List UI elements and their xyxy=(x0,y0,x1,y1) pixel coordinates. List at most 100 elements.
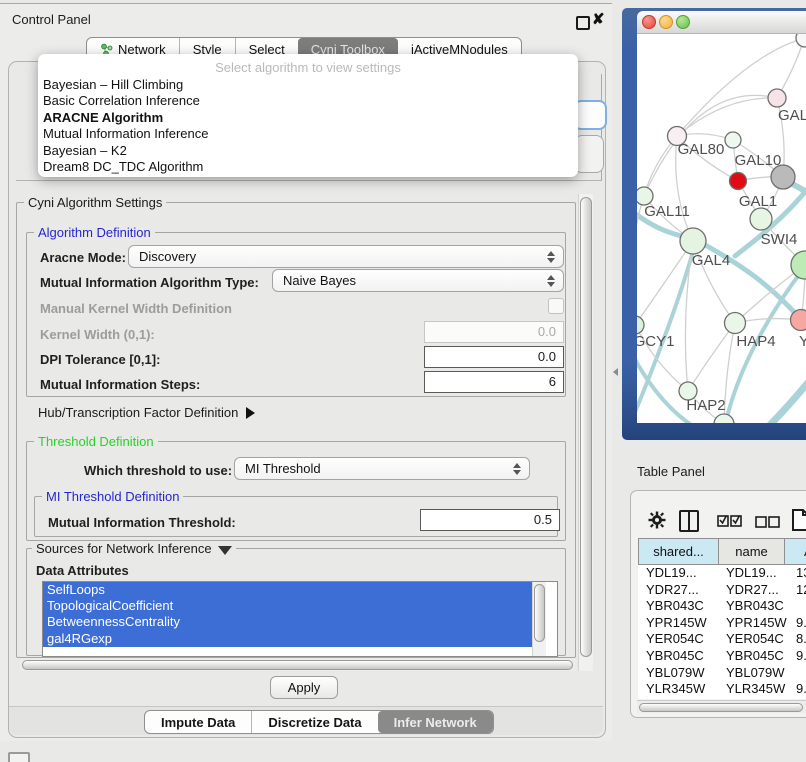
network-node-gal1[interactable] xyxy=(750,208,772,230)
hub-definition-toggle[interactable]: Hub/Transcription Factor Definition xyxy=(38,405,255,420)
close-icon[interactable]: ✘ xyxy=(592,10,605,28)
float-window-icon[interactable] xyxy=(576,16,590,30)
which-threshold-value: MI Threshold xyxy=(235,461,510,476)
network-node-gcy1[interactable] xyxy=(637,316,644,334)
select-all-icon[interactable] xyxy=(717,514,743,527)
node-label: GCY1 xyxy=(637,333,674,350)
table-row[interactable]: YER054C YER054C 8. xyxy=(638,631,806,648)
close-traffic-light[interactable] xyxy=(642,15,656,29)
network-node[interactable] xyxy=(725,132,741,148)
list-item[interactable]: BetweennessCentrality xyxy=(43,614,536,630)
list-item[interactable]: gal4RGexp xyxy=(43,631,536,647)
table-row[interactable]: YLR345W YLR345W 9. xyxy=(638,681,806,698)
popup-item[interactable]: Mutual Information Inference xyxy=(38,126,578,142)
table-row[interactable]: YBR043C YBR043C xyxy=(638,598,806,615)
aracne-mode-combo[interactable]: Discovery xyxy=(128,245,564,268)
deselect-all-icon[interactable] xyxy=(755,516,781,528)
tab-impute-data[interactable]: Impute Data xyxy=(145,711,251,733)
network-node[interactable] xyxy=(714,414,734,423)
list-vertical-scrollbar[interactable] xyxy=(532,582,546,656)
column-header-name[interactable]: name xyxy=(718,538,785,565)
table-row[interactable]: YDR27... YDR27... 12 xyxy=(638,582,806,599)
table-panel-title: Table Panel xyxy=(637,464,705,479)
application-window: Control Panel ✘ Network Style Select xyxy=(0,0,806,762)
mi-threshold-group-title: MI Threshold Definition xyxy=(42,490,183,503)
table-row[interactable]: YPR145W YPR145W 9. xyxy=(638,615,806,632)
table-row[interactable]: YBR045C YBR045C 9. xyxy=(638,648,806,665)
kernel-width-field[interactable]: 0.0 xyxy=(424,321,564,343)
mi-type-combo[interactable]: Naive Bayes xyxy=(272,269,564,292)
network-edge[interactable] xyxy=(765,374,806,423)
mi-threshold-field[interactable]: 0.5 xyxy=(420,509,560,531)
popup-item[interactable]: Dream8 DC_TDC Algorithm xyxy=(38,159,578,175)
sources-toggle[interactable]: Sources for Network Inference xyxy=(32,542,236,555)
minimize-traffic-light[interactable] xyxy=(659,15,673,29)
network-node[interactable] xyxy=(796,34,806,47)
which-threshold-combo[interactable]: MI Threshold xyxy=(234,457,530,480)
node-label: Y xyxy=(799,333,806,350)
network-node[interactable] xyxy=(768,89,786,107)
control-panel-title: Control Panel xyxy=(12,12,91,27)
popup-prompt: Select algorithm to view settings xyxy=(38,59,578,77)
network-node-gal4[interactable] xyxy=(680,228,706,254)
node-label: SWI4 xyxy=(761,231,798,248)
dpi-tolerance-field[interactable]: 0.0 xyxy=(424,346,564,368)
table-panel: shared... name A YDL19... YDL19... 13 YD… xyxy=(630,490,806,718)
splitter-collapse-icon[interactable] xyxy=(613,368,618,376)
table-body: YDL19... YDL19... 13 YDR27... YDR27... 1… xyxy=(638,565,806,699)
split-columns-icon[interactable] xyxy=(679,510,699,532)
network-edge[interactable] xyxy=(637,209,806,329)
aracne-mode-label: Aracne Mode: xyxy=(40,250,126,265)
gear-icon[interactable] xyxy=(648,511,666,529)
network-canvas[interactable]: GAL GAL80 GAL10 GAL1 GAL11 GAL4 SWI4 GCY… xyxy=(637,34,806,423)
column-header-shared-name[interactable]: shared... xyxy=(638,538,719,565)
network-node[interactable] xyxy=(791,310,806,331)
node-label: GAL80 xyxy=(678,141,725,158)
mi-steps-field[interactable]: 6 xyxy=(424,371,564,393)
settings-horizontal-scrollbar[interactable] xyxy=(20,658,576,671)
data-attributes-label: Data Attributes xyxy=(36,563,129,578)
tab-infer-network[interactable]: Infer Network xyxy=(378,711,493,733)
tab-discretize-data[interactable]: Discretize Data xyxy=(251,711,377,733)
node-label: GAL10 xyxy=(735,152,782,169)
zoom-traffic-light[interactable] xyxy=(676,15,690,29)
network-node-hap4[interactable] xyxy=(725,313,746,334)
network-graph: GAL GAL80 GAL10 GAL1 GAL11 GAL4 SWI4 GCY… xyxy=(637,34,806,423)
network-edge[interactable] xyxy=(688,323,735,391)
list-item[interactable]: SelfLoops xyxy=(43,582,536,598)
popup-item[interactable]: Bayesian – Hill Climbing xyxy=(38,77,578,93)
manual-kernel-label: Manual Kernel Width Definition xyxy=(40,301,232,316)
settings-vertical-scrollbar[interactable] xyxy=(578,194,593,671)
table-horizontal-scrollbar[interactable] xyxy=(637,700,806,713)
algorithm-select-popup: Select algorithm to view settings Bayesi… xyxy=(38,54,578,177)
table-row[interactable]: YIL053C YIL053C 9 xyxy=(638,698,806,699)
collapse-down-icon xyxy=(218,546,232,555)
dpi-tolerance-label: DPI Tolerance [0,1]: xyxy=(40,352,160,367)
data-attributes-list[interactable]: SelfLoops TopologicalCoefficient Between… xyxy=(42,581,558,657)
column-header-partial[interactable]: A xyxy=(784,538,806,565)
node-label: GAL4 xyxy=(692,252,730,269)
network-node-swi4[interactable] xyxy=(791,251,806,279)
table-row[interactable]: YBL079W YBL079W xyxy=(638,665,806,682)
popup-item-selected[interactable]: ARACNE Algorithm xyxy=(38,110,578,126)
panel-dock-icon[interactable] xyxy=(8,752,30,762)
popup-item[interactable]: Bayesian – K2 xyxy=(38,143,578,159)
cyni-algorithm-settings-title: Cyni Algorithm Settings xyxy=(24,196,166,209)
mi-threshold-label: Mutual Information Threshold: xyxy=(48,515,236,530)
apply-button[interactable]: Apply xyxy=(270,676,338,699)
manual-kernel-checkbox[interactable] xyxy=(548,298,564,314)
aracne-mode-value: Discovery xyxy=(129,249,544,264)
node-label: GAL11 xyxy=(644,203,690,220)
network-edge[interactable] xyxy=(677,98,777,136)
hidden-box-fragment xyxy=(574,135,604,173)
network-node-selected-red[interactable] xyxy=(730,173,747,190)
mi-steps-label: Mutual Information Steps: xyxy=(40,377,200,392)
popup-item[interactable]: Basic Correlation Inference xyxy=(38,93,578,109)
list-item[interactable]: TopologicalCoefficient xyxy=(43,598,536,614)
network-edge[interactable] xyxy=(644,136,677,196)
network-view-window: GAL GAL80 GAL10 GAL1 GAL11 GAL4 SWI4 GCY… xyxy=(637,11,806,423)
kernel-width-label: Kernel Width (0,1): xyxy=(40,327,155,342)
sources-title: Sources for Network Inference xyxy=(36,541,212,556)
table-row[interactable]: YDL19... YDL19... 13 xyxy=(638,565,806,582)
new-table-icon[interactable] xyxy=(791,508,806,532)
